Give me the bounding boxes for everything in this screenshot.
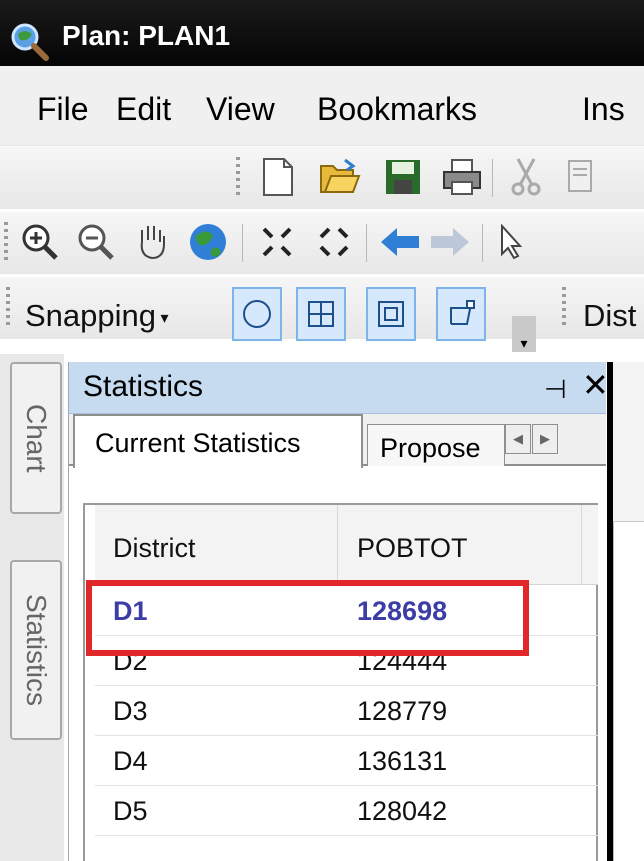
menu-bar: File Edit View Bookmarks Ins — [0, 66, 644, 146]
circle-icon — [243, 300, 271, 328]
menu-insert[interactable]: Ins — [582, 91, 625, 128]
tab-proposed-statistics[interactable]: Propose — [367, 424, 505, 466]
pan-hand-icon[interactable] — [130, 220, 174, 264]
tab-proposed-statistics-label: Propose — [380, 433, 481, 463]
column-header-pobtot[interactable]: POBTOT — [357, 533, 468, 564]
tab-chart[interactable]: Chart — [10, 362, 62, 514]
back-arrow-icon[interactable] — [378, 220, 422, 264]
panel-tabs: Current Statistics Propose ◀ ▶ — [69, 414, 606, 468]
tools-toolbar — [0, 212, 644, 274]
edge-snapping-button[interactable] — [366, 287, 416, 341]
pin-icon[interactable]: ⊣ — [544, 374, 567, 405]
endpoint-icon — [450, 300, 475, 325]
highlight-box — [86, 580, 529, 656]
window-title: Plan: PLAN1 — [62, 20, 231, 51]
cut-icon[interactable] — [504, 155, 548, 199]
statistics-table: District POBTOT D1 128698 D2 124444 D3 1… — [83, 503, 598, 861]
map-pane-header — [613, 362, 644, 522]
menu-edit[interactable]: Edit — [116, 91, 171, 128]
table-row[interactable]: D5 128042 — [95, 787, 598, 836]
point-snapping-button[interactable] — [232, 287, 282, 341]
toolbar-grip[interactable] — [236, 157, 240, 199]
cell-pobtot: 128779 — [357, 696, 448, 726]
magnifier-globe-icon — [11, 23, 49, 61]
toolbar-separator — [366, 224, 367, 262]
column-header-district[interactable]: District — [113, 533, 196, 564]
copy-icon[interactable] — [560, 155, 604, 199]
fixed-zoom-in-icon[interactable] — [255, 220, 299, 264]
tab-scroll-right-icon[interactable]: ▶ — [532, 424, 558, 454]
column-divider[interactable] — [581, 505, 582, 584]
cell-district: D4 — [113, 746, 148, 776]
snapping-dropdown[interactable]: Snapping ▾ — [25, 298, 169, 334]
toolbar-grip[interactable] — [562, 287, 566, 329]
cell-district: D3 — [113, 696, 148, 726]
table-row[interactable]: D4 136131 — [95, 737, 598, 786]
panel-title: Statistics — [83, 370, 204, 403]
district-label: Dist — [583, 298, 637, 333]
cell-pobtot: 128042 — [357, 796, 448, 826]
cell-district: D5 — [113, 796, 148, 826]
toolbar-overflow-icon[interactable]: ▾ — [512, 316, 536, 352]
grid-square-icon — [308, 301, 334, 327]
forward-arrow-icon[interactable] — [428, 220, 472, 264]
vertex-snapping-button[interactable] — [296, 287, 346, 341]
select-pointer-icon[interactable] — [488, 220, 532, 264]
table-header: District POBTOT — [95, 505, 598, 585]
fixed-zoom-out-icon[interactable] — [312, 220, 356, 264]
menu-file[interactable]: File — [37, 91, 89, 128]
save-icon[interactable] — [381, 155, 425, 199]
snapping-label: Snapping — [25, 298, 157, 333]
toolbar-grip[interactable] — [4, 222, 8, 264]
tab-current-statistics[interactable]: Current Statistics — [73, 414, 363, 468]
tab-statistics-side[interactable]: Statistics — [10, 560, 62, 740]
title-bar: Plan: PLAN1 — [0, 0, 644, 66]
print-icon[interactable] — [440, 155, 484, 199]
square-icon — [378, 301, 404, 327]
tab-chart-label: Chart — [21, 403, 52, 473]
end-snapping-button[interactable] — [436, 287, 486, 341]
toolbar-separator — [482, 224, 483, 262]
tab-statistics-label: Statistics — [21, 593, 52, 707]
column-divider[interactable] — [337, 505, 338, 584]
table-row[interactable]: D3 128779 — [95, 687, 598, 736]
full-extent-globe-icon[interactable] — [186, 220, 230, 264]
tab-current-statistics-label: Current Statistics — [95, 428, 301, 458]
close-icon[interactable]: ✕ — [582, 366, 609, 404]
toolbar-separator — [242, 224, 243, 262]
menu-view[interactable]: View — [206, 91, 275, 128]
chevron-down-icon: ▾ — [156, 309, 169, 327]
standard-toolbar — [0, 147, 644, 209]
cell-pobtot: 136131 — [357, 746, 448, 776]
zoom-out-icon[interactable] — [74, 220, 118, 264]
zoom-in-icon[interactable] — [18, 220, 62, 264]
toolbar-separator — [492, 159, 493, 197]
toolbar-grip[interactable] — [6, 287, 10, 329]
menu-bookmarks[interactable]: Bookmarks — [317, 91, 477, 128]
open-folder-icon[interactable] — [318, 155, 362, 199]
panel-header: Statistics ⊣ ✕ — [69, 362, 609, 414]
tab-scroll-left-icon[interactable]: ◀ — [505, 424, 531, 454]
new-document-icon[interactable] — [256, 155, 300, 199]
